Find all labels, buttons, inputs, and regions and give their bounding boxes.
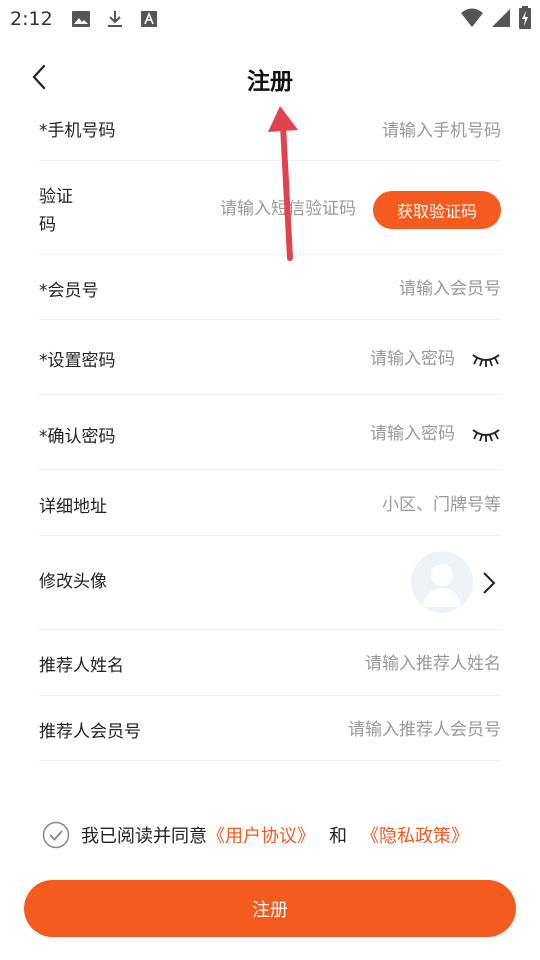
password-input[interactable]: 请输入密码 — [370, 345, 455, 373]
avatar-label: 修改头像 — [39, 572, 107, 592]
status-bar: 2:12 — [0, 0, 540, 38]
eye-closed-icon[interactable] — [471, 425, 501, 445]
phone-input[interactable]: 请输入手机号码 — [382, 117, 501, 145]
signal-icon — [492, 9, 510, 27]
password-row: *设置密码 请输入密码 — [39, 320, 501, 395]
header: 注册 — [0, 52, 540, 104]
font-icon — [140, 11, 157, 27]
password-label: *设置密码 — [39, 351, 116, 371]
get-sms-code-button[interactable]: 获取验证码 — [373, 191, 501, 229]
referrer-no-label: 推荐人会员号 — [39, 722, 141, 742]
referrer-name-row: 推荐人姓名 请输入推荐人姓名 — [39, 630, 501, 696]
confirm-password-row: *确认密码 请输入密码 — [39, 395, 501, 470]
image-icon — [71, 11, 90, 27]
referrer-no-row: 推荐人会员号 请输入推荐人会员号 — [39, 696, 501, 761]
confirm-password-label: *确认密码 — [39, 427, 116, 447]
chevron-right-icon[interactable] — [481, 570, 497, 596]
user-avatar-icon — [411, 551, 473, 613]
member-no-label: *会员号 — [39, 281, 99, 301]
agreement-prefix: 我已阅读并同意 — [81, 826, 207, 847]
address-input[interactable]: 小区、门牌号等 — [382, 491, 501, 519]
page-title: 注册 — [247, 69, 293, 95]
annotation-arrow-icon — [268, 106, 298, 261]
confirm-password-input[interactable]: 请输入密码 — [370, 420, 455, 448]
download-icon — [107, 11, 122, 27]
eye-closed-icon[interactable] — [471, 350, 501, 370]
avatar[interactable] — [411, 551, 473, 613]
status-time: 2:12 — [10, 8, 53, 30]
privacy-policy-link[interactable]: 《隐私政策》 — [361, 822, 469, 848]
wifi-icon — [461, 8, 483, 27]
sms-label-line2: 码 — [39, 215, 56, 235]
sms-label-line1: 验证 — [39, 187, 73, 207]
agreement-and: 和 — [329, 826, 347, 847]
avatar-row[interactable]: 修改头像 — [39, 536, 501, 630]
user-agreement-link[interactable]: 《用户协议》 — [207, 822, 315, 848]
phone-label: *手机号码 — [39, 121, 116, 141]
referrer-no-input[interactable]: 请输入推荐人会员号 — [348, 716, 501, 744]
check-circle-icon[interactable] — [42, 821, 70, 849]
agreement-row: 我已阅读并同意 《用户协议》 和 《隐私政策》 — [42, 818, 469, 852]
battery-charging-icon — [519, 6, 531, 29]
register-button[interactable]: 注册 — [24, 880, 516, 937]
member-no-input[interactable]: 请输入会员号 — [399, 275, 501, 303]
referrer-name-label: 推荐人姓名 — [39, 656, 124, 676]
address-row: 详细地址 小区、门牌号等 — [39, 470, 501, 536]
referrer-name-input[interactable]: 请输入推荐人姓名 — [365, 650, 501, 678]
address-label: 详细地址 — [39, 497, 107, 517]
